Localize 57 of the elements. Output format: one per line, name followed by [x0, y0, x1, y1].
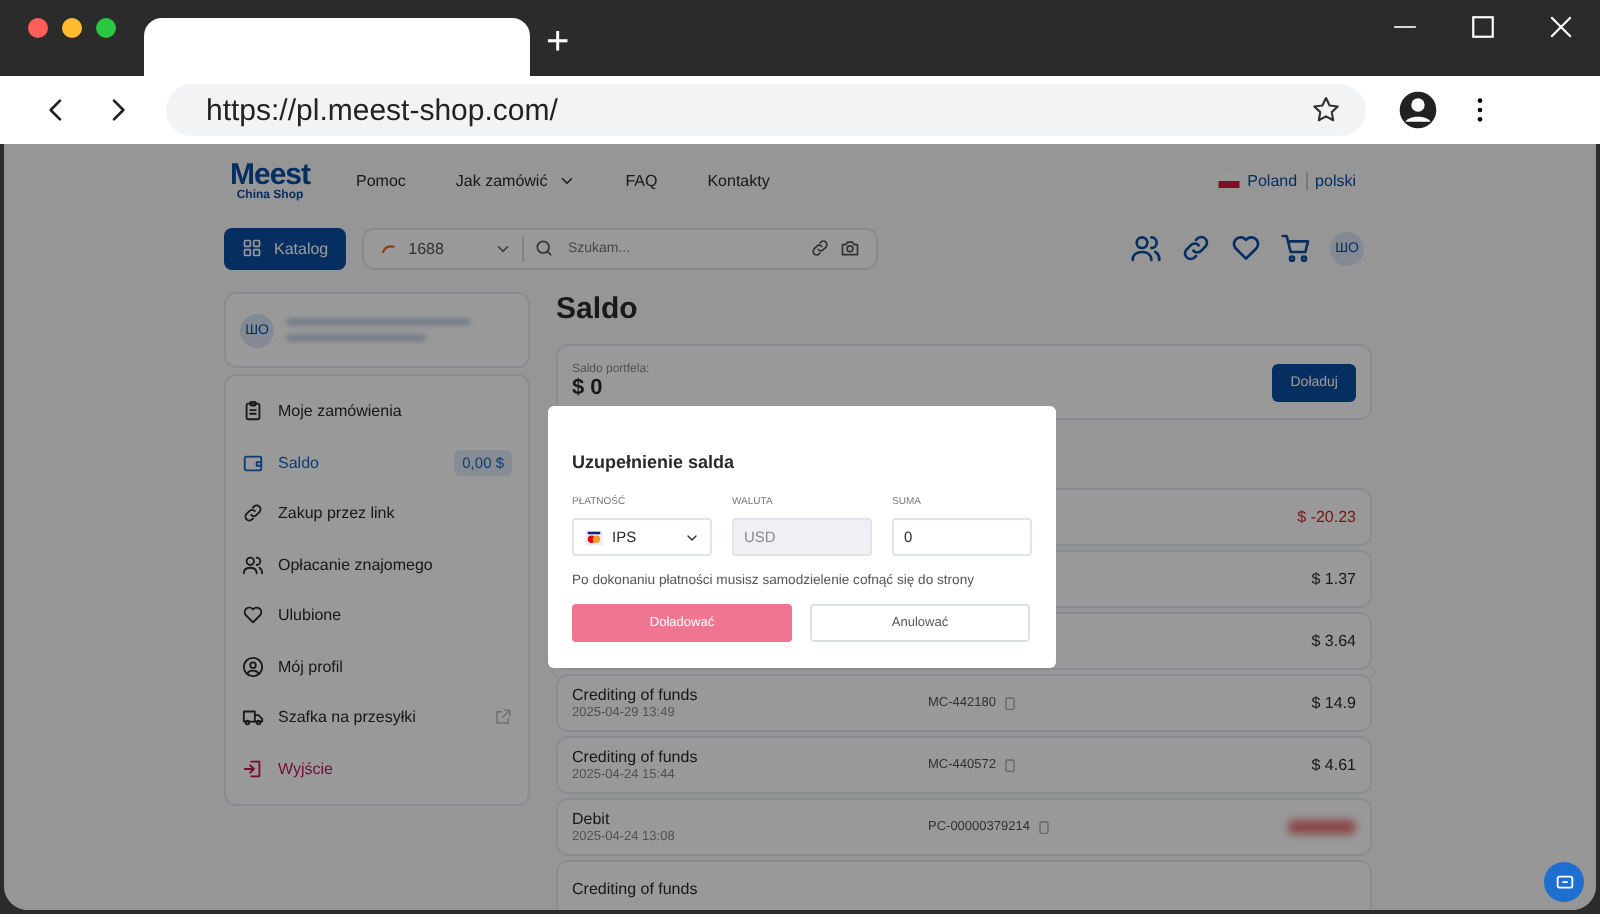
- source-selector[interactable]: 1688: [408, 239, 444, 257]
- transaction-title: Crediting of funds: [572, 880, 700, 898]
- nav-link[interactable]: Pomoc: [356, 171, 406, 189]
- search-icon: [533, 238, 554, 258]
- new-tab-button[interactable]: +: [546, 20, 570, 66]
- grid-icon: [242, 238, 262, 258]
- transaction-amount: $ -20.23: [1297, 508, 1356, 526]
- user-circle-icon: [242, 655, 264, 678]
- sidebar-item[interactable]: Zakup przez link: [242, 488, 512, 539]
- link-icon: [242, 502, 264, 525]
- blurred-amount: [1288, 820, 1356, 834]
- nav-link[interactable]: Kontakty: [707, 171, 770, 189]
- sidebar-item[interactable]: Moje zamówienia: [242, 386, 512, 437]
- nav-link[interactable]: Jak zamówić: [455, 171, 576, 189]
- transaction-amount: $ 14.9: [1311, 694, 1356, 712]
- exit-icon: [242, 757, 264, 780]
- transaction-amount: $ 3.64: [1311, 632, 1356, 650]
- transaction-title: Crediting of funds: [572, 748, 700, 766]
- transaction-title: Crediting of funds: [572, 686, 700, 704]
- chat-icon: [1553, 871, 1575, 893]
- dialog-title: Uzupełnienie salda: [572, 452, 737, 472]
- cart-icon[interactable]: [1280, 232, 1312, 264]
- maximize-icon[interactable]: [1470, 14, 1496, 40]
- star-icon[interactable]: [1310, 94, 1342, 126]
- close-icon[interactable]: [1548, 14, 1574, 40]
- page-title: Saldo: [556, 292, 640, 330]
- source-logo-icon: [380, 239, 399, 257]
- country-link[interactable]: Poland: [1247, 171, 1298, 189]
- sidebar-item[interactable]: Mój profil: [242, 641, 512, 692]
- clipboard-icon: [242, 400, 264, 423]
- card-logo-icon: [584, 527, 604, 547]
- window-dot-icon[interactable]: [96, 18, 116, 38]
- profile-icon[interactable]: [1398, 90, 1438, 130]
- transaction-title: Debit: [572, 810, 612, 828]
- sidebar-item[interactable]: Wyjście: [242, 743, 512, 794]
- transaction-amount: $ 1.37: [1311, 570, 1356, 588]
- address-bar[interactable]: https://pl.meest-shop.com/: [166, 84, 1366, 136]
- transaction-amount: $ 4.61: [1311, 756, 1356, 774]
- heart-icon[interactable]: [1230, 232, 1262, 264]
- users-icon[interactable]: [1130, 232, 1162, 264]
- sidebar-item[interactable]: Ulubione: [242, 590, 512, 641]
- sidebar-item[interactable]: Szafka na przesyłki: [242, 692, 512, 743]
- link-icon[interactable]: [810, 238, 831, 258]
- window-dot-icon[interactable]: [62, 18, 82, 38]
- language-link[interactable]: polski: [1315, 171, 1356, 189]
- heart-icon: [242, 604, 264, 627]
- users-icon: [242, 553, 264, 576]
- wallet-amount: $ 0: [572, 376, 605, 400]
- chat-button[interactable]: [1544, 862, 1584, 902]
- link-icon[interactable]: [1180, 232, 1212, 264]
- sidebar-item[interactable]: Opłacanie znajomego: [242, 539, 512, 590]
- camera-icon[interactable]: [840, 238, 861, 258]
- wallet-icon: [242, 451, 264, 474]
- nav-link[interactable]: FAQ: [625, 171, 658, 189]
- truck-icon: [242, 706, 264, 729]
- catalog-button[interactable]: Katalog: [224, 227, 347, 269]
- window-dot-icon[interactable]: [28, 18, 48, 38]
